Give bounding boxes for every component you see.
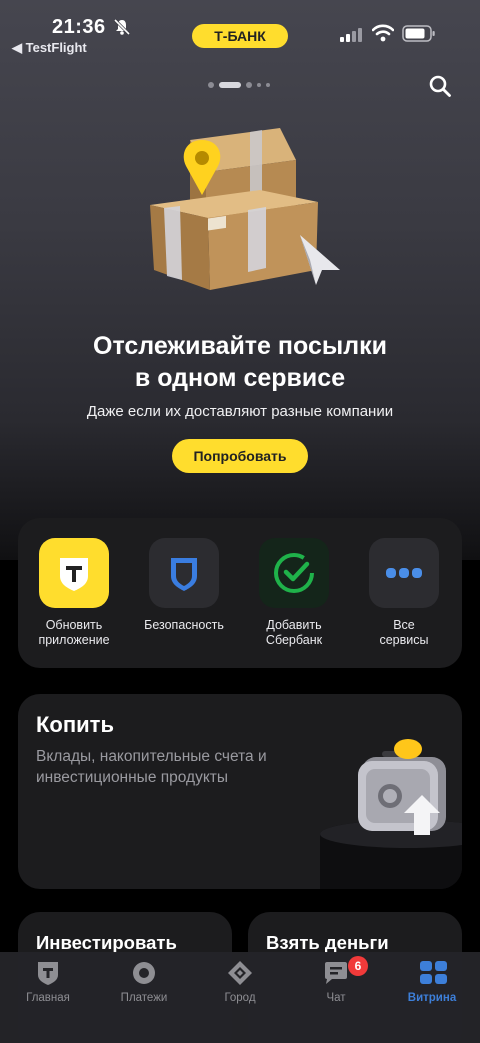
service-label: Добавить bbox=[266, 618, 322, 632]
quick-services-card: Обновить приложение Безопасность Добавит… bbox=[18, 518, 462, 668]
service-label: Обновить bbox=[45, 618, 103, 632]
tab-city[interactable]: Город bbox=[192, 960, 288, 1004]
service-security[interactable]: Безопасность bbox=[134, 538, 234, 633]
carousel-pager bbox=[208, 82, 270, 88]
hero-title-line2: в одном сервисе bbox=[134, 364, 346, 392]
hero-subtitle: Даже если их доставляют разные компании bbox=[86, 403, 394, 420]
tab-bar: Главная Платежи Город Чат 6 Витрина bbox=[0, 952, 480, 1043]
service-label: Сбербанк bbox=[265, 633, 323, 647]
invest-card-title: Инвестировать bbox=[36, 932, 177, 953]
search-icon[interactable] bbox=[428, 74, 452, 98]
city-icon bbox=[227, 960, 253, 986]
parcels-illustration bbox=[150, 128, 340, 290]
chat-icon bbox=[323, 960, 349, 986]
cellular-signal-icon bbox=[340, 28, 362, 42]
wifi-icon bbox=[372, 24, 394, 42]
pager-dot-active bbox=[219, 82, 241, 88]
tab-label: Платежи bbox=[120, 992, 168, 1004]
try-button[interactable]: Попробовать bbox=[172, 439, 308, 473]
pager-dot bbox=[257, 83, 261, 87]
tbank-shield-icon bbox=[39, 538, 109, 608]
battery-icon bbox=[402, 25, 435, 42]
tab-label: Город bbox=[224, 992, 256, 1004]
service-label: Все bbox=[393, 618, 415, 632]
pager-dot bbox=[266, 83, 270, 87]
service-label: Безопасность bbox=[144, 618, 224, 632]
service-label: сервисы bbox=[379, 633, 429, 647]
service-add-sberbank[interactable]: Добавить Сбербанк bbox=[244, 538, 344, 648]
showcase-icon bbox=[419, 960, 447, 986]
hero-title: Отслеживайте посылки в одном сервисе bbox=[0, 330, 480, 394]
tab-showcase[interactable]: Витрина bbox=[384, 960, 480, 1004]
hero-banner[interactable]: 21:36 ◀ TestFlight Т-БАНК Отслеживайте п… bbox=[0, 0, 480, 560]
pager-dot bbox=[208, 82, 214, 88]
service-all-services[interactable]: Все сервисы bbox=[354, 538, 454, 648]
save-card[interactable]: Копить Вклады, накопительные счета и инв… bbox=[18, 694, 462, 889]
status-time: 21:36 bbox=[52, 16, 106, 38]
bell-muted-icon bbox=[113, 18, 131, 36]
hero-title-line1: Отслеживайте посылки bbox=[93, 332, 387, 360]
safe-illustration bbox=[320, 739, 462, 889]
tab-label: Витрина bbox=[407, 992, 457, 1004]
tab-payments[interactable]: Платежи bbox=[96, 960, 192, 1004]
borrow-card-title: Взять деньги bbox=[266, 932, 389, 953]
tab-chat[interactable]: Чат bbox=[288, 960, 384, 1004]
tab-home[interactable]: Главная bbox=[0, 960, 96, 1004]
save-card-title: Копить bbox=[36, 712, 114, 737]
shield-icon bbox=[149, 538, 219, 608]
service-label: приложение bbox=[38, 633, 110, 647]
pager-dot bbox=[246, 82, 252, 88]
home-icon bbox=[35, 960, 61, 986]
tab-label: Главная bbox=[26, 992, 70, 1004]
service-update-app[interactable]: Обновить приложение bbox=[24, 538, 124, 648]
dots-icon bbox=[369, 538, 439, 608]
payments-icon bbox=[131, 960, 157, 986]
status-bar: 21:36 ◀ TestFlight Т-БАНК bbox=[0, 12, 480, 62]
chat-unread-badge: 6 bbox=[348, 956, 368, 976]
back-to-testflight-link[interactable]: ◀ TestFlight bbox=[12, 40, 87, 56]
tab-label: Чат bbox=[326, 992, 346, 1004]
sber-icon bbox=[259, 538, 329, 608]
save-card-description: Вклады, накопительные счета и инвестицио… bbox=[36, 748, 267, 786]
brand-badge: Т-БАНК bbox=[192, 24, 288, 48]
